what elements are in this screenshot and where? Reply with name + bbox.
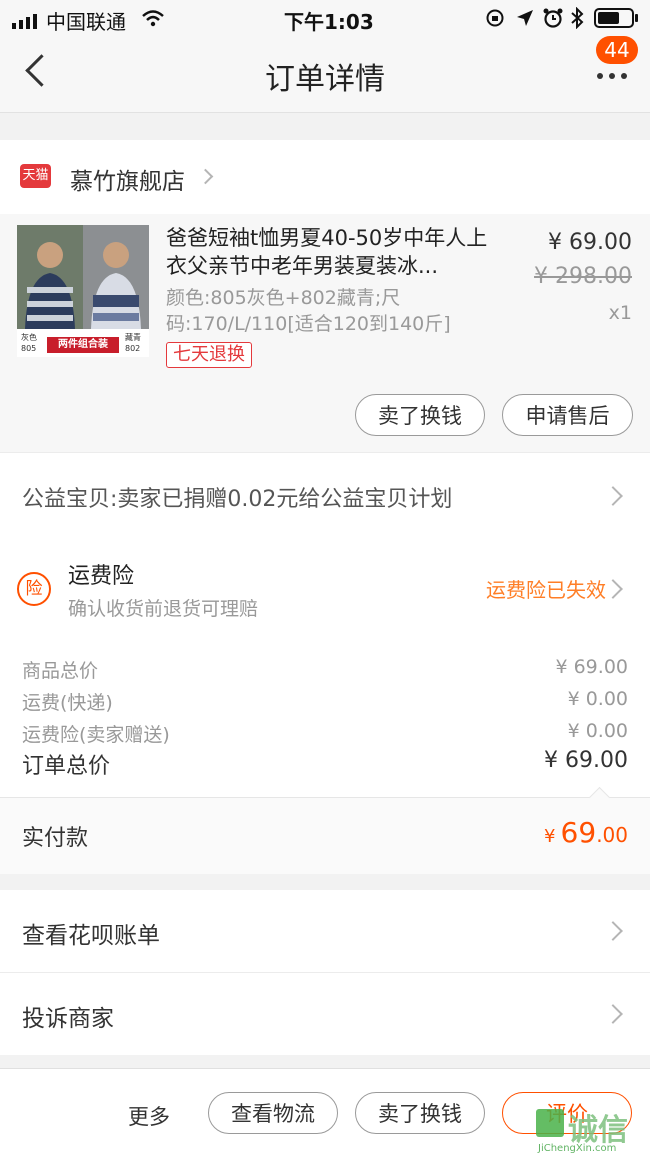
view-logistics-button[interactable]: 查看物流: [208, 1092, 338, 1134]
carrier-label: 中国联通: [46, 10, 126, 34]
wifi-icon: [141, 8, 165, 32]
product-thumbnail[interactable]: 灰色 805 两件组合装 藏青 802: [17, 225, 149, 357]
actual-payment-amount: ¥ 69.00: [544, 816, 628, 849]
signal-icon: [12, 10, 42, 29]
sell-exchange-button[interactable]: 卖了换钱: [355, 394, 485, 436]
watermark-logo-icon: [536, 1109, 564, 1137]
message-count-badge: 44: [596, 36, 638, 64]
huabei-bill-label: 查看花呗账单: [22, 923, 160, 949]
seven-day-return-tag: 七天退换: [166, 342, 252, 368]
order-total-value: ¥ 69.00: [544, 748, 628, 773]
watermark: 诚信 JiChengXin.com: [532, 1105, 648, 1155]
amount-integer: 69: [560, 816, 597, 849]
sell-exchange-bottom-button[interactable]: 卖了换钱: [355, 1092, 485, 1134]
insurance-subtitle: 确认收货前退货可理赔: [68, 598, 259, 620]
tmall-logo: 天猫: [20, 164, 51, 188]
insurance-status: 运费险已失效: [486, 578, 606, 602]
chevron-right-icon: [197, 168, 214, 185]
actual-payment-label: 实付款: [22, 826, 89, 851]
chevron-right-icon: [603, 579, 623, 599]
thumb-right-code: 802: [125, 344, 141, 353]
thumb-left-code: 805: [21, 344, 37, 353]
thumb-right-color: 藏青: [125, 333, 141, 342]
page-title: 订单详情: [265, 62, 385, 97]
battery-icon: [594, 8, 640, 33]
charity-row[interactable]: 公益宝贝:卖家已捐赠0.02元给公益宝贝计划: [0, 452, 650, 539]
complaint-row[interactable]: 投诉商家: [0, 973, 650, 1055]
product-quantity: x1: [608, 302, 632, 324]
order-item[interactable]: 灰色 805 两件组合装 藏青 802 爸爸短袖t恤男夏40-50岁中年人上衣父…: [0, 214, 650, 452]
more-button[interactable]: 更多: [128, 1101, 170, 1131]
chevron-right-icon: [603, 921, 623, 941]
more-menu-button[interactable]: [590, 60, 634, 90]
order-total-label: 订单总价: [22, 754, 111, 779]
amount-decimal: .00: [596, 823, 628, 847]
goods-total-value: ¥ 69.00: [555, 656, 628, 678]
goods-total-label: 商品总价: [22, 660, 99, 682]
product-spec: 颜色:805灰色+802藏青;尺码:170/L/110[适合120到140斤]: [166, 287, 451, 335]
ellipsis-icon: [597, 73, 627, 79]
clock-time: 下午1:03: [284, 10, 374, 34]
chevron-right-icon: [603, 1004, 623, 1024]
alarm-icon: [542, 7, 564, 34]
product-price: ¥ 69.00: [548, 230, 632, 255]
actual-payment-row: 实付款 ¥ 69.00: [0, 786, 650, 874]
store-header[interactable]: 天猫 慕竹旗舰店: [0, 140, 650, 214]
rotation-lock-icon: [485, 8, 505, 33]
original-price: ¥ 298.00: [534, 264, 632, 289]
currency-symbol: ¥: [544, 826, 556, 847]
complaint-label: 投诉商家: [22, 1006, 114, 1032]
thumb-center-label: 两件组合装: [47, 337, 119, 353]
bottom-action-bar: 更多 查看物流 卖了换钱 评价 诚信 JiChengXin.com: [0, 1068, 650, 1157]
shipping-fee-value: ¥ 0.00: [567, 688, 628, 710]
location-icon: [515, 8, 535, 33]
nav-bar: 订单详情 44: [0, 36, 650, 113]
store-name: 慕竹旗舰店: [70, 169, 185, 195]
insurance-icon: 险: [17, 572, 51, 606]
insurance-fee-value: ¥ 0.00: [567, 720, 628, 742]
insurance-fee-label: 运费险(卖家赠送): [22, 724, 170, 746]
insurance-title: 运费险: [68, 564, 135, 589]
charity-text: 公益宝贝:卖家已捐赠0.02元给公益宝贝计划: [22, 487, 453, 512]
shipping-insurance-row[interactable]: 险 运费险 确认收货前退货可理赔 运费险已失效: [0, 538, 650, 634]
huabei-bill-row[interactable]: 查看花呗账单: [0, 890, 650, 973]
product-title[interactable]: 爸爸短袖t恤男夏40-50岁中年人上衣父亲节中老年男装夏装冰...: [166, 224, 502, 280]
price-summary: 商品总价 ¥ 69.00 运费(快递) ¥ 0.00 运费险(卖家赠送) ¥ 0…: [0, 634, 650, 797]
thumb-left-color: 灰色: [21, 333, 37, 342]
shipping-fee-label: 运费(快递): [22, 692, 113, 714]
watermark-url: JiChengXin.com: [538, 1143, 617, 1154]
bluetooth-icon: [570, 6, 584, 34]
status-bar: 中国联通 下午1:03: [0, 0, 650, 36]
after-sale-button[interactable]: 申请售后: [502, 394, 633, 436]
chevron-right-icon: [603, 486, 623, 506]
